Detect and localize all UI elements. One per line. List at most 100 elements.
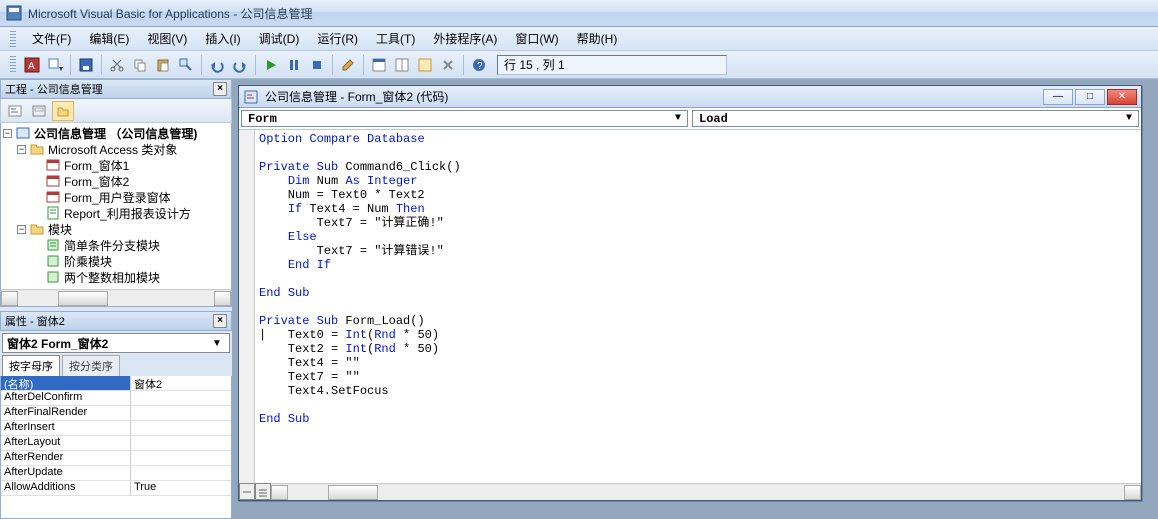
properties-title: 属性 - 窗体2 ×	[0, 311, 232, 331]
module-icon	[45, 270, 61, 284]
property-row[interactable]: AfterFinalRender	[1, 406, 231, 421]
scroll-track[interactable]	[288, 485, 1124, 500]
scroll-thumb[interactable]	[328, 485, 378, 500]
folder-access-objects[interactable]: Microsoft Access 类对象	[48, 141, 177, 158]
break-icon[interactable]	[283, 54, 305, 76]
property-row[interactable]: (名称)窗体2	[1, 376, 231, 391]
properties-panel: 属性 - 窗体2 × 窗体2 Form_窗体2 ▼ 按字母序 按分类序 (名称)…	[0, 311, 232, 519]
help-icon[interactable]: ?	[468, 54, 490, 76]
folder-modules[interactable]: 模块	[48, 221, 72, 238]
property-value[interactable]	[131, 406, 231, 420]
tree-item-form-login[interactable]: Form_用户登录窗体	[64, 189, 171, 206]
code-body: Option Compare Database Private Sub Comm…	[239, 130, 1141, 483]
design-icon[interactable]	[337, 54, 359, 76]
property-value[interactable]	[131, 421, 231, 435]
menu-addins[interactable]: 外接程序(A)	[425, 27, 505, 50]
insert-dropdown-icon[interactable]	[44, 54, 66, 76]
scroll-thumb[interactable]	[58, 291, 108, 306]
scroll-left-icon[interactable]	[1, 291, 18, 306]
maximize-button[interactable]: □	[1075, 89, 1105, 105]
tab-alphabetic[interactable]: 按字母序	[2, 355, 60, 376]
menu-file[interactable]: 文件(F)	[24, 27, 79, 50]
property-row[interactable]: AfterUpdate	[1, 466, 231, 481]
code-h-scrollbar[interactable]	[271, 483, 1141, 500]
project-icon	[15, 126, 31, 140]
property-value[interactable]	[131, 466, 231, 480]
menu-edit[interactable]: 编辑(E)	[81, 27, 137, 50]
scroll-left-icon[interactable]	[271, 485, 288, 500]
close-button[interactable]: ✕	[1107, 89, 1137, 105]
tree-item-mod3[interactable]: 两个整数相加模块	[64, 269, 160, 286]
toggle-folders-icon[interactable]	[52, 101, 74, 121]
property-value[interactable]: 窗体2	[131, 376, 231, 390]
property-value[interactable]: True	[131, 481, 231, 495]
separator	[463, 55, 464, 75]
project-explorer-icon[interactable]	[368, 54, 390, 76]
mdi-area: 公司信息管理 - Form_窗体2 (代码) — □ ✕ Form ▼ Load…	[232, 79, 1158, 519]
toolbox-icon[interactable]	[437, 54, 459, 76]
object-browser-icon[interactable]	[414, 54, 436, 76]
cut-icon[interactable]	[106, 54, 128, 76]
properties-icon[interactable]	[391, 54, 413, 76]
collapse-icon[interactable]: −	[17, 145, 26, 154]
menu-run[interactable]: 运行(R)	[309, 27, 366, 50]
property-row[interactable]: AfterLayout	[1, 436, 231, 451]
module-icon	[45, 238, 61, 252]
project-explorer-close-icon[interactable]: ×	[213, 82, 227, 96]
scroll-track[interactable]	[18, 291, 214, 306]
project-explorer: 工程 - 公司信息管理 × − 公司信息管理 （公司信息管理) −	[0, 79, 232, 307]
collapse-icon[interactable]: −	[17, 225, 26, 234]
properties-grid[interactable]: (名称)窗体2AfterDelConfirmAfterFinalRenderAf…	[0, 376, 232, 519]
menu-view[interactable]: 视图(V)	[139, 27, 195, 50]
chevron-down-icon: ▼	[675, 113, 681, 124]
form-icon	[45, 158, 61, 172]
properties-object-combo[interactable]: 窗体2 Form_窗体2 ▼	[2, 333, 230, 353]
tree-item-mod2[interactable]: 阶乘模块	[64, 253, 112, 270]
procedure-combo[interactable]: Load ▼	[692, 110, 1139, 127]
property-row[interactable]: AfterRender	[1, 451, 231, 466]
cursor-position: 行 15 , 列 1	[497, 55, 727, 75]
view-code-icon[interactable]	[4, 101, 26, 121]
menu-window[interactable]: 窗口(W)	[507, 27, 566, 50]
run-icon[interactable]	[260, 54, 282, 76]
tab-categorized[interactable]: 按分类序	[62, 355, 120, 376]
property-value[interactable]	[131, 391, 231, 405]
redo-icon[interactable]	[229, 54, 251, 76]
project-h-scrollbar[interactable]	[1, 289, 231, 306]
tree-item-mod1[interactable]: 简单条件分支模块	[64, 237, 160, 254]
property-value[interactable]	[131, 451, 231, 465]
property-value[interactable]	[131, 436, 231, 450]
tree-item-form2[interactable]: Form_窗体2	[64, 173, 129, 190]
procedure-view-icon[interactable]	[239, 483, 255, 500]
properties-close-icon[interactable]: ×	[213, 314, 227, 328]
scroll-right-icon[interactable]	[214, 291, 231, 306]
minimize-button[interactable]: —	[1043, 89, 1073, 105]
tree-item-form1[interactable]: Form_窗体1	[64, 157, 129, 174]
property-row[interactable]: AfterInsert	[1, 421, 231, 436]
property-row[interactable]: AfterDelConfirm	[1, 391, 231, 406]
form-icon	[45, 190, 61, 204]
find-icon[interactable]	[175, 54, 197, 76]
reset-icon[interactable]	[306, 54, 328, 76]
collapse-icon[interactable]: −	[3, 129, 12, 138]
view-object-icon[interactable]	[28, 101, 50, 121]
menu-insert[interactable]: 插入(I)	[197, 27, 248, 50]
scroll-right-icon[interactable]	[1124, 485, 1141, 500]
property-row[interactable]: AllowAdditionsTrue	[1, 481, 231, 496]
properties-object-text: 窗体2 Form_窗体2	[7, 335, 108, 352]
menu-debug[interactable]: 调试(D)	[251, 27, 308, 50]
folder-icon	[29, 222, 45, 236]
full-module-view-icon[interactable]	[255, 483, 271, 500]
tree-item-report[interactable]: Report_利用报表设计方	[64, 205, 191, 222]
save-icon[interactable]	[75, 54, 97, 76]
view-access-icon[interactable]: A	[21, 54, 43, 76]
undo-icon[interactable]	[206, 54, 228, 76]
project-root[interactable]: 公司信息管理 （公司信息管理)	[34, 125, 197, 142]
project-tree[interactable]: − 公司信息管理 （公司信息管理) − Microsoft Access 类对象…	[0, 123, 232, 307]
paste-icon[interactable]	[152, 54, 174, 76]
menu-tools[interactable]: 工具(T)	[368, 27, 423, 50]
code-editor[interactable]: Option Compare Database Private Sub Comm…	[255, 130, 1141, 483]
menu-help[interactable]: 帮助(H)	[569, 27, 626, 50]
copy-icon[interactable]	[129, 54, 151, 76]
object-combo[interactable]: Form ▼	[241, 110, 688, 127]
